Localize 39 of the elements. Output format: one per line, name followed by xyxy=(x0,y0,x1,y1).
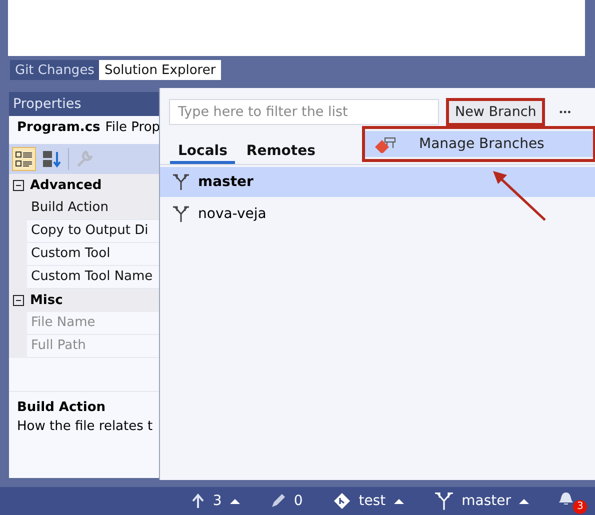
description-text: How the file relates t xyxy=(17,419,151,434)
up-arrow-icon xyxy=(190,493,205,509)
more-button[interactable]: ••• xyxy=(553,106,578,118)
description-title: Build Action xyxy=(17,400,107,415)
branch-icon xyxy=(434,491,454,511)
property-name[interactable]: Custom Tool xyxy=(27,243,159,266)
repo-count[interactable]: test xyxy=(358,493,386,509)
collapse-icon[interactable] xyxy=(13,295,24,306)
manage-branches-item[interactable]: Manage Branches xyxy=(365,131,593,157)
collapse-icon[interactable] xyxy=(13,180,24,191)
tool-tab[interactable]: Solution Explorer xyxy=(99,60,221,80)
git-icon xyxy=(332,492,351,510)
bell-icon[interactable] xyxy=(559,491,573,505)
branch-icon xyxy=(172,173,190,191)
caret-icon[interactable] xyxy=(519,498,529,504)
filter-field[interactable]: Type here to filter the list xyxy=(169,99,439,125)
branch-item[interactable]: nova-veja xyxy=(160,199,595,229)
branch-icon xyxy=(172,205,190,223)
branch-count[interactable]: master xyxy=(462,493,511,509)
git-branch-icon xyxy=(375,135,397,153)
caret-icon[interactable] xyxy=(394,498,404,504)
new-branch-button[interactable]: New Branch xyxy=(446,98,546,126)
changes-count[interactable]: 0 xyxy=(294,493,303,509)
notification-badge: 3 xyxy=(573,500,588,514)
category-label: Advanced xyxy=(30,178,102,193)
caret-icon[interactable] xyxy=(230,498,240,504)
property-name[interactable]: Copy to Output Di xyxy=(27,220,159,243)
branch-tab[interactable]: Locals xyxy=(170,135,236,164)
object-name: Program.cs xyxy=(17,120,100,135)
property-name[interactable]: Custom Tool Name xyxy=(27,266,159,289)
pencil-icon xyxy=(270,493,286,509)
object-type: File Prop xyxy=(105,120,159,135)
category-label: Misc xyxy=(30,293,63,308)
branch-tab[interactable]: Remotes xyxy=(238,135,324,164)
push-count[interactable]: 3 xyxy=(212,493,222,509)
categorized-icon[interactable] xyxy=(12,147,36,171)
branch-item[interactable]: master xyxy=(160,167,595,197)
panel-title: Properties xyxy=(9,92,159,116)
tool-tab[interactable]: Git Changes xyxy=(10,60,100,80)
